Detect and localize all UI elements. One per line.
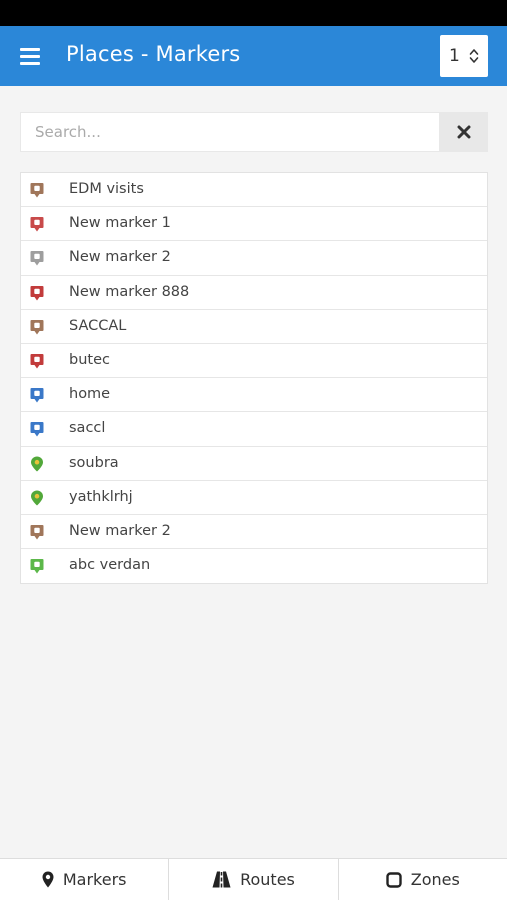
list-item[interactable]: soubra [21, 447, 487, 481]
marker-list: EDM visits New marker 1 New marker 2 New ma… [20, 172, 488, 585]
marker-pin-icon [30, 183, 44, 198]
marker-label: home [69, 386, 111, 403]
marker-label: butec [69, 351, 110, 368]
page-select-value: 1 [449, 46, 460, 66]
marker-label: SACCAL [69, 317, 127, 334]
list-item[interactable]: EDM visits [21, 173, 487, 208]
map-pin-icon [31, 490, 43, 506]
tab-zones-label: Zones [410, 870, 460, 889]
tab-routes[interactable]: Routes [169, 859, 339, 900]
page-title: Places - Markers [66, 42, 241, 66]
marker-label: EDM visits [69, 181, 144, 197]
marker-pin-icon [30, 524, 44, 540]
list-item[interactable]: abc verdan [21, 549, 487, 583]
close-icon [457, 125, 470, 139]
marker-label: New marker 2 [69, 249, 171, 266]
list-item[interactable]: saccl [21, 412, 487, 447]
marker-pin-icon [30, 353, 44, 369]
list-item[interactable]: SACCAL [21, 310, 487, 344]
marker-label: New marker 2 [69, 522, 171, 539]
search-bar [20, 112, 488, 152]
list-item[interactable]: New marker 2 [21, 515, 487, 550]
clear-search-button[interactable] [439, 112, 488, 152]
list-item[interactable]: New marker 1 [21, 207, 487, 242]
search-input[interactable] [20, 112, 439, 152]
tab-markers-label: Markers [62, 870, 127, 889]
marker-pin-icon [30, 422, 44, 437]
bottom-tab-bar: Markers Routes Zones [0, 858, 507, 900]
marker-label: New marker 1 [69, 215, 171, 232]
list-item[interactable]: home [21, 378, 487, 413]
hamburger-icon[interactable] [20, 48, 40, 65]
tab-routes-label: Routes [240, 870, 295, 889]
list-item[interactable]: New marker 888 [21, 276, 487, 310]
marker-label: abc verdan [69, 557, 151, 574]
marker-pin-icon [30, 319, 44, 335]
map-marker-icon [42, 871, 54, 888]
status-bar [0, 0, 507, 26]
road-icon [212, 871, 231, 888]
square-outline-icon [386, 871, 402, 888]
list-item[interactable]: New marker 2 [21, 241, 487, 276]
updown-chevron-icon [469, 49, 479, 63]
marker-label: yathklrhj [69, 488, 133, 505]
marker-pin-icon [30, 388, 44, 403]
page-select[interactable]: 1 [440, 35, 488, 77]
tab-zones[interactable]: Zones [339, 859, 507, 900]
tab-markers[interactable]: Markers [0, 859, 170, 900]
marker-label: soubra [69, 454, 119, 471]
list-item[interactable]: yathklrhj [21, 481, 487, 515]
marker-pin-icon [30, 251, 44, 266]
app-header: Places - Markers 1 [0, 26, 507, 86]
marker-pin-icon [30, 217, 44, 232]
list-item[interactable]: butec [21, 344, 487, 379]
marker-label: saccl [69, 420, 106, 437]
marker-pin-icon [30, 559, 44, 574]
marker-pin-icon [30, 285, 44, 301]
map-pin-icon [31, 456, 43, 471]
marker-label: New marker 888 [69, 283, 190, 300]
